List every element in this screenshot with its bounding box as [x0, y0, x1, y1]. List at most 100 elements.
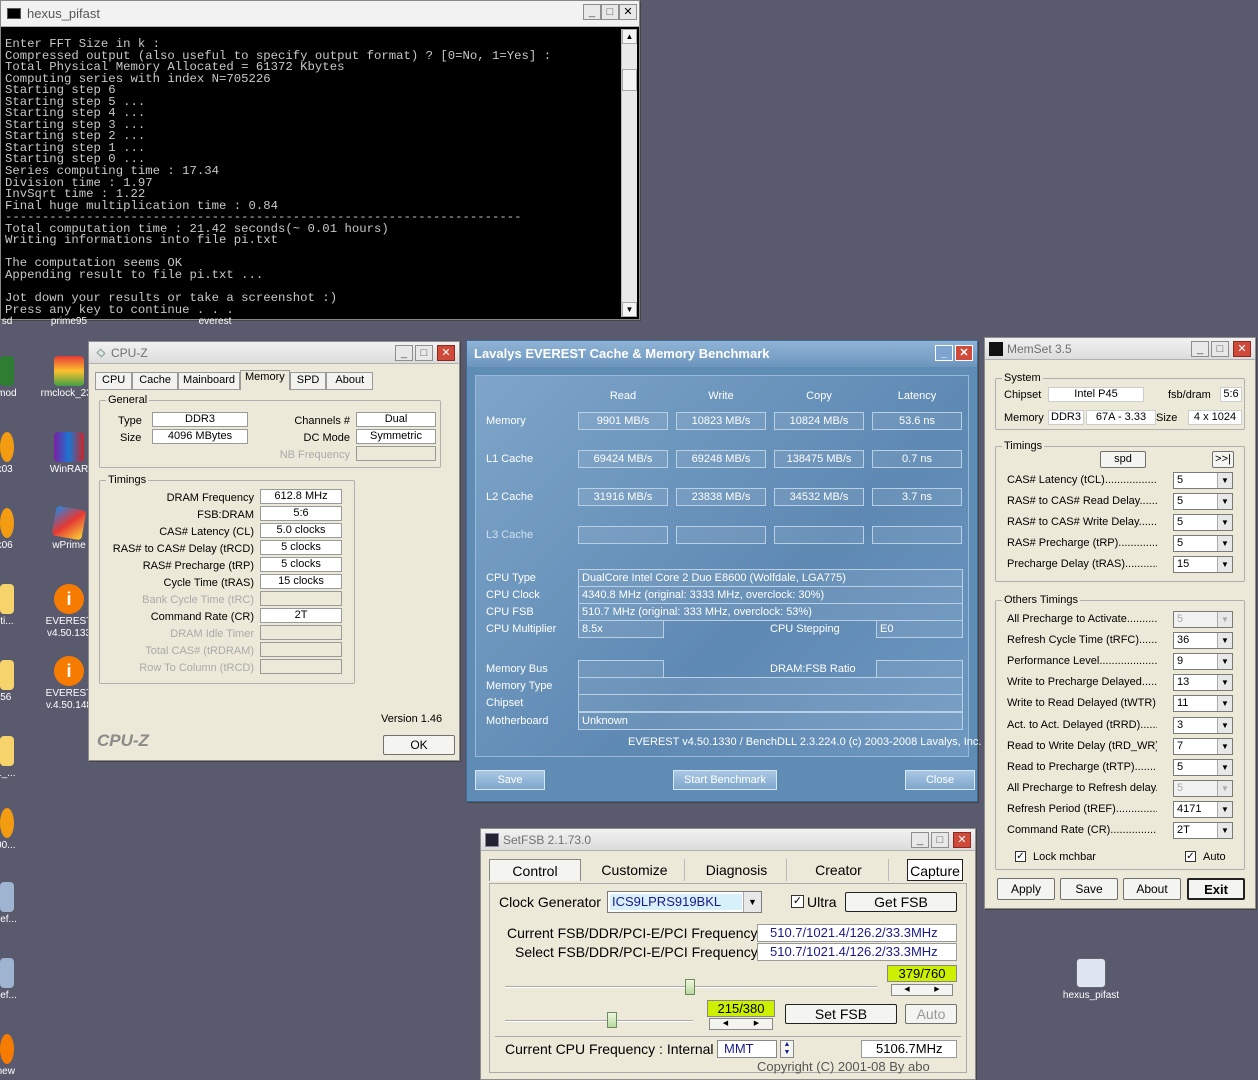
desktop-icon[interactable]: _1_...: [0, 736, 36, 780]
chevron-down-icon[interactable]: ▼: [1217, 696, 1232, 712]
maximize-button[interactable]: □: [601, 4, 619, 20]
maximize-button[interactable]: □: [415, 345, 433, 361]
left-arrow-icon[interactable]: ◀: [723, 1019, 728, 1029]
right-arrow-icon[interactable]: ▶: [934, 985, 939, 995]
memset-timing-select[interactable]: 5 ▼: [1173, 535, 1233, 553]
close-button[interactable]: ✕: [955, 345, 973, 361]
desktop-icon[interactable]: rk03: [0, 432, 36, 476]
chevron-down-icon[interactable]: ▼: [1217, 494, 1232, 510]
chevron-down-icon[interactable]: ▼: [1217, 780, 1232, 796]
mmt-select[interactable]: MMT ▲ ▼: [717, 1040, 794, 1058]
memset-timing-select[interactable]: 5 ▼: [1173, 779, 1233, 797]
capture-button[interactable]: Capture: [907, 859, 963, 881]
desktop-icon[interactable]: sd: [0, 316, 40, 328]
maximize-button[interactable]: □: [931, 832, 949, 848]
auto-checkbox[interactable]: ✓: [1185, 851, 1196, 862]
lock-mchbar-checkbox[interactable]: ✓: [1015, 851, 1026, 862]
close-button[interactable]: ✕: [953, 832, 971, 848]
minimize-button[interactable]: _: [583, 4, 601, 20]
start-benchmark-button[interactable]: Start Benchmark: [673, 770, 777, 790]
memset-timing-select[interactable]: 3 ▼: [1173, 716, 1233, 734]
chevron-down-icon[interactable]: ▼: [1217, 823, 1232, 838]
memset-timing-select[interactable]: 15 ▼: [1173, 556, 1233, 574]
memset-timing-select[interactable]: 11 ▼: [1173, 695, 1233, 713]
spinner-icon[interactable]: ▲ ▼: [780, 1040, 794, 1058]
tab-diagnosis[interactable]: Diagnosis: [687, 859, 787, 881]
tab-about[interactable]: About: [326, 372, 374, 390]
desktop-icon[interactable]: ulti...: [0, 584, 36, 628]
chevron-down-icon[interactable]: ▼: [1217, 738, 1232, 754]
ok-button[interactable]: OK: [383, 735, 455, 755]
tab-cache[interactable]: Cache: [132, 372, 179, 390]
chevron-down-icon[interactable]: ▼: [1217, 473, 1232, 488]
tab-spd[interactable]: SPD: [289, 372, 327, 390]
memset-timing-select[interactable]: 13 ▼: [1173, 674, 1233, 692]
left-arrow-icon[interactable]: ◀: [904, 985, 909, 995]
minimize-button[interactable]: _: [935, 345, 953, 361]
tab-control[interactable]: Control: [489, 859, 581, 881]
desktop-icon[interactable]: 256: [0, 660, 36, 704]
everest-titlebar[interactable]: Lavalys EVEREST Cache & Memory Benchmark…: [467, 341, 977, 367]
desktop-icon[interactable]: rk06: [0, 508, 36, 552]
apply-button[interactable]: Apply: [997, 878, 1055, 900]
right-arrow-icon[interactable]: ▶: [754, 1019, 759, 1029]
clock-generator-select[interactable]: ICS9LPRS919BKL ▼: [607, 891, 762, 913]
set-fsb-button[interactable]: Set FSB: [785, 1004, 897, 1024]
pcie-slider-track[interactable]: [505, 1020, 693, 1022]
memset-timing-select[interactable]: 7 ▼: [1173, 737, 1233, 755]
memset-timing-select[interactable]: 5 ▼: [1173, 758, 1233, 776]
close-button[interactable]: ✕: [1233, 341, 1251, 357]
chevron-down-icon[interactable]: ▼: [743, 892, 761, 912]
spd-button[interactable]: spd: [1100, 451, 1146, 468]
memset-timing-select[interactable]: 5 ▼: [1173, 472, 1233, 489]
scroll-up-arrow[interactable]: ▲: [622, 29, 637, 44]
desktop-icon[interactable]: _gef...: [0, 958, 36, 1002]
memset-titlebar[interactable]: MemSet 3.5 _ □ ✕: [985, 338, 1255, 360]
tab-mainboard[interactable]: Mainboard: [178, 372, 241, 390]
chevron-down-icon[interactable]: ▼: [1217, 759, 1232, 775]
close-button[interactable]: ✕: [619, 4, 637, 20]
desktop-icon[interactable]: i_mod: [0, 356, 36, 400]
ultra-checkbox[interactable]: ✓: [791, 895, 804, 908]
setfsb-titlebar[interactable]: SetFSB 2.1.73.0 _ □ ✕: [481, 829, 975, 851]
maximize-button[interactable]: □: [1211, 341, 1229, 357]
fsb-spinner[interactable]: ◀ ▶: [891, 984, 953, 996]
memset-timing-select[interactable]: 9 ▼: [1173, 653, 1233, 671]
minimize-button[interactable]: _: [911, 832, 929, 848]
memset-timing-select[interactable]: 2T ▼: [1173, 822, 1233, 839]
desktop-icon[interactable]: _new: [0, 1034, 36, 1078]
scroll-thumb[interactable]: [622, 69, 637, 91]
pcie-slider-thumb[interactable]: [607, 1012, 617, 1028]
close-window-button[interactable]: Close: [905, 770, 975, 790]
minimize-button[interactable]: _: [395, 345, 413, 361]
cpuz-titlebar[interactable]: CPU-Z _ □ ✕: [89, 342, 459, 364]
console-titlebar[interactable]: hexus_pifast _ □ ✕: [1, 1, 639, 27]
desktop-icon[interactable]: 200...: [0, 808, 36, 852]
tab-creator[interactable]: Creator: [789, 859, 889, 881]
memset-timing-select[interactable]: 4171 ▼: [1173, 800, 1233, 818]
exit-button[interactable]: Exit: [1187, 878, 1245, 900]
chevron-down-icon[interactable]: ▼: [1217, 612, 1232, 627]
tab-memory[interactable]: Memory: [240, 370, 290, 390]
save-button[interactable]: Save: [1060, 878, 1118, 900]
chevron-down-icon[interactable]: ▼: [1217, 557, 1232, 573]
chevron-down-icon[interactable]: ▼: [1217, 801, 1232, 817]
chevron-down-icon[interactable]: ▼: [1217, 717, 1232, 733]
memset-timing-select[interactable]: 36 ▼: [1173, 632, 1233, 650]
chevron-down-icon[interactable]: ▼: [1217, 633, 1232, 649]
desktop-icon[interactable]: everest: [182, 316, 248, 328]
desktop-icon[interactable]: prime95: [36, 316, 102, 328]
about-button[interactable]: About: [1123, 878, 1181, 900]
tab-customize[interactable]: Customize: [585, 859, 685, 881]
desktop-icon[interactable]: _gef...: [0, 882, 36, 926]
memset-timing-select[interactable]: 5 ▼: [1173, 611, 1233, 628]
get-fsb-button[interactable]: Get FSB: [845, 892, 957, 912]
scroll-down-arrow[interactable]: ▼: [622, 302, 637, 317]
close-button[interactable]: ✕: [437, 345, 455, 361]
fsb-slider-thumb[interactable]: [685, 979, 695, 995]
memset-timing-select[interactable]: 5 ▼: [1173, 514, 1233, 532]
console-scrollbar[interactable]: ▲ ▼: [621, 29, 637, 317]
auto-button[interactable]: Auto: [905, 1004, 957, 1024]
chevron-down-icon[interactable]: ▼: [1217, 654, 1232, 670]
desktop-icon-hexus-pifast[interactable]: hexus_pifast: [1058, 958, 1124, 1002]
